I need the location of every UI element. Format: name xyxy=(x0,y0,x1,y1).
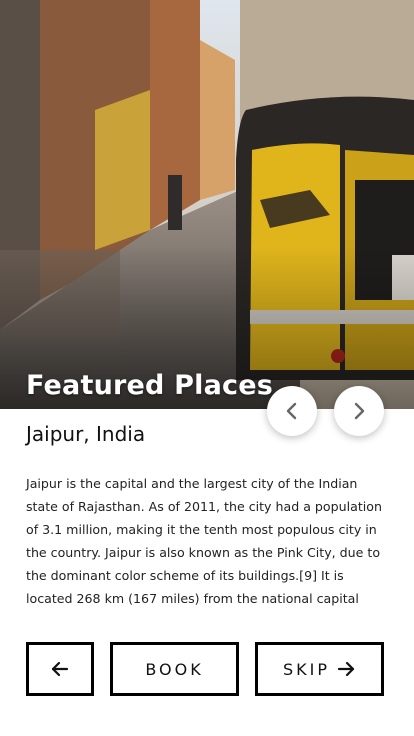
book-button-label: BOOK xyxy=(145,659,204,679)
hero-image xyxy=(0,0,414,409)
street-rickshaw-image xyxy=(0,0,414,409)
skip-button-label: SKIP xyxy=(282,659,330,679)
carousel-prev-button[interactable] xyxy=(267,386,317,436)
page-title: Featured Places xyxy=(26,370,274,401)
chevron-left-icon xyxy=(286,402,297,420)
place-name: Jaipur, India xyxy=(26,422,146,446)
skip-button[interactable]: SKIP xyxy=(255,642,384,696)
chevron-right-icon xyxy=(354,402,365,420)
carousel-next-button[interactable] xyxy=(334,386,384,436)
book-button[interactable]: BOOK xyxy=(110,642,239,696)
arrow-left-icon xyxy=(51,661,69,677)
place-description: Jaipur is the capital and the largest ci… xyxy=(26,476,382,606)
back-button[interactable] xyxy=(26,642,94,696)
arrow-right-icon xyxy=(337,661,355,677)
